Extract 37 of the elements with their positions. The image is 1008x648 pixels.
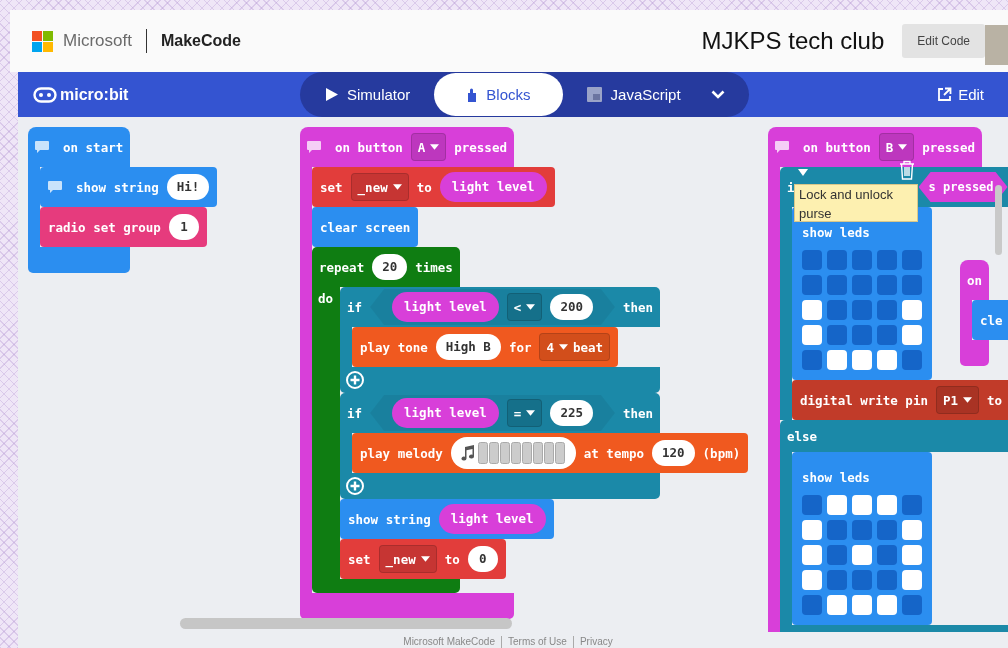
block-label: show leds [802, 225, 870, 240]
block-label: set [348, 551, 371, 567]
block-label: radio set group [48, 219, 161, 235]
block-label: to [416, 179, 432, 195]
block-label: repeat [319, 259, 365, 275]
block-label: set [320, 179, 343, 195]
block-label: then [622, 405, 654, 421]
product-name: MakeCode [160, 32, 241, 50]
block-label: pressed [454, 139, 507, 155]
block-label: else [787, 428, 818, 444]
block-label: i [787, 179, 795, 195]
block-label: cle [980, 312, 1003, 328]
block-label: to [987, 392, 1003, 408]
block-label: at tempo [583, 445, 644, 461]
block-label: clear screen [320, 219, 411, 235]
block-label: play melody [360, 445, 443, 461]
block-label: show leds [802, 470, 870, 485]
block-label: times [415, 259, 453, 275]
block-label: to [444, 551, 460, 567]
block-label: on button [803, 139, 871, 155]
brand-name: Microsoft [63, 31, 132, 51]
block-label: on [967, 272, 983, 288]
block-label: digital write pin [800, 392, 928, 408]
block-label: for [508, 339, 532, 355]
block-label: show string [76, 179, 159, 195]
project-title: MJKPS tech club [701, 27, 885, 55]
block-label: play tone [360, 339, 428, 355]
block-label: do [318, 291, 334, 306]
block-label: show string [348, 511, 431, 527]
block-label: (bpm) [702, 445, 741, 461]
block-label: pressed [922, 139, 975, 155]
block-label: on button [335, 139, 403, 155]
block-label: then [622, 299, 654, 315]
block-label: if [347, 405, 363, 421]
block-label: if [347, 299, 363, 315]
logo-text: micro:bit [60, 85, 129, 104]
block-label: on start [63, 139, 124, 155]
